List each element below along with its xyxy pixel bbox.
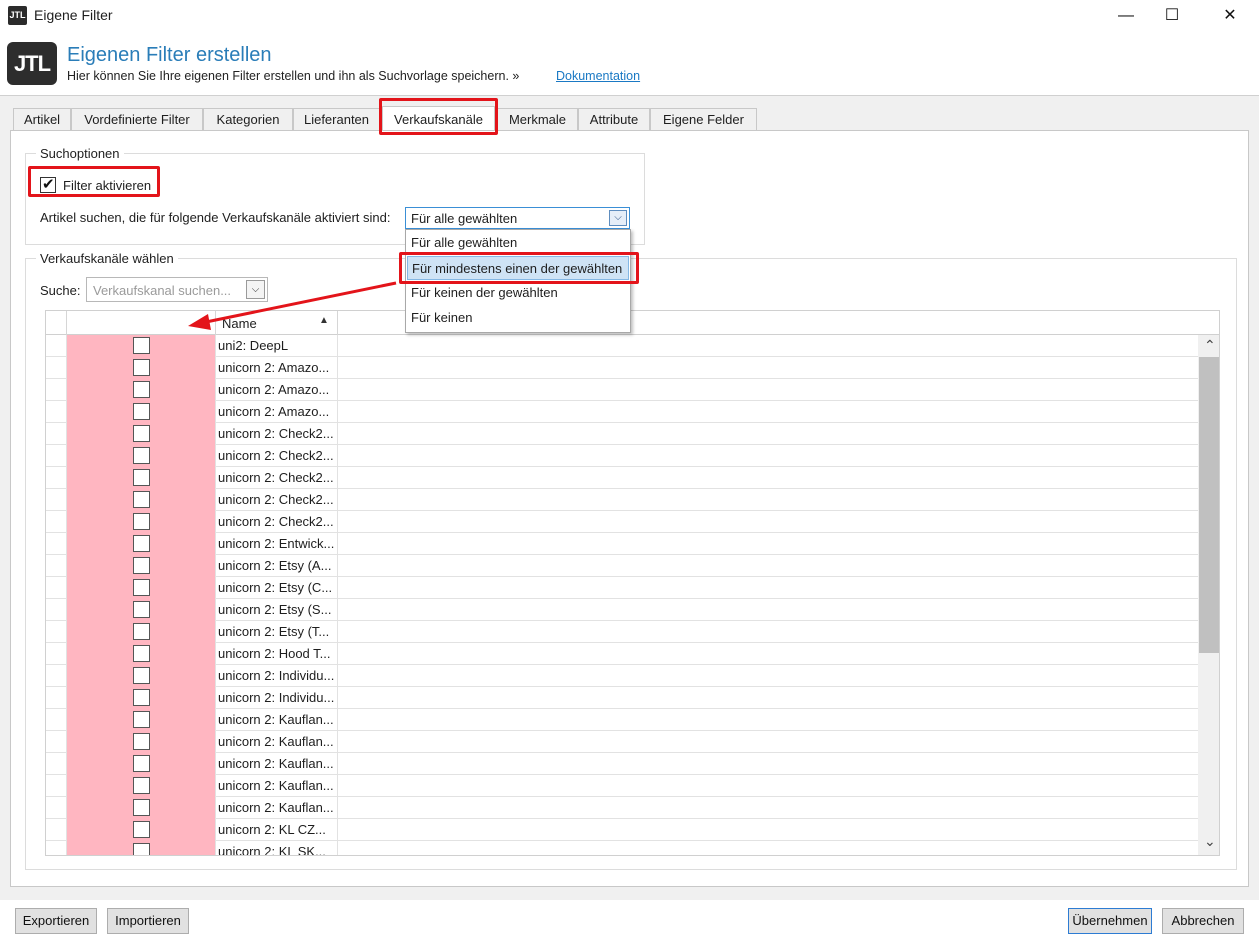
export-button[interactable]: Exportieren xyxy=(15,908,97,934)
apply-button[interactable]: Übernehmen xyxy=(1068,908,1152,934)
annotation-arrow xyxy=(188,281,397,330)
cancel-button[interactable]: Abbrechen xyxy=(1162,908,1244,934)
import-button[interactable]: Importieren xyxy=(107,908,189,934)
